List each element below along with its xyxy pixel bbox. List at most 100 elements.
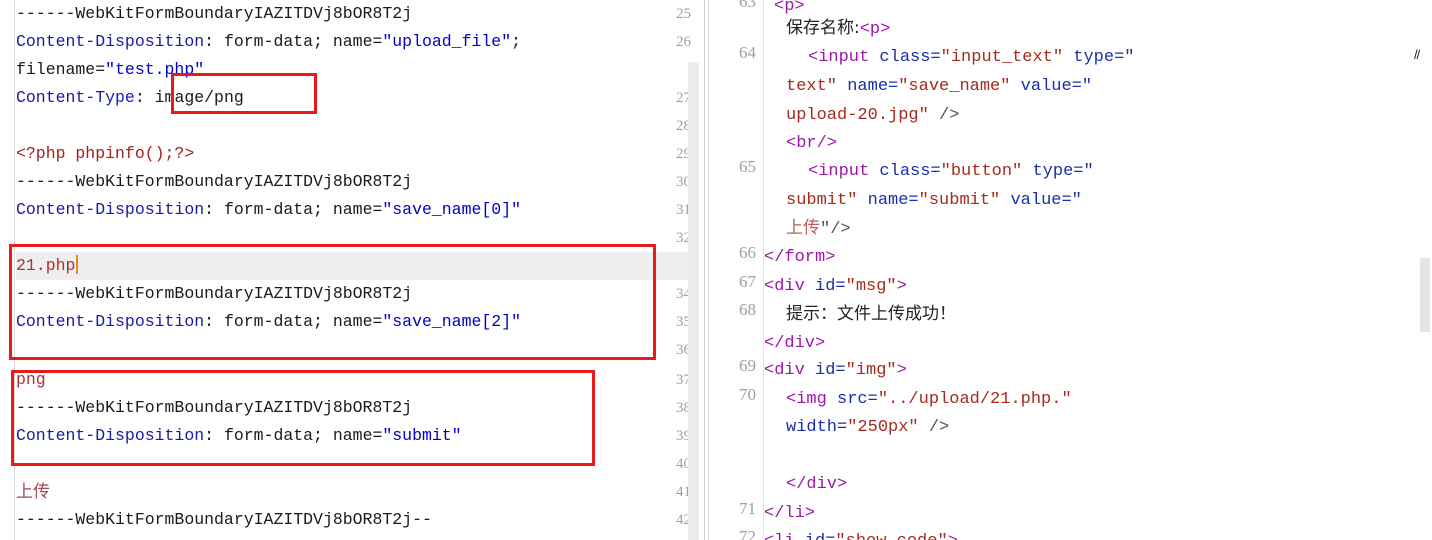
line-number: 70 bbox=[739, 385, 756, 404]
request-line[interactable]: png bbox=[16, 366, 696, 394]
request-line[interactable]: Content-Disposition: form-data; name="up… bbox=[16, 28, 696, 56]
request-line[interactable] bbox=[16, 112, 696, 140]
source-token: class= bbox=[869, 162, 941, 181]
line-number: 64 bbox=[739, 43, 756, 62]
request-line[interactable]: ------WebKitFormBoundaryIAZITDVj8bOR8T2j… bbox=[16, 506, 696, 534]
request-line[interactable]: 21.php bbox=[16, 252, 691, 280]
source-token: /> bbox=[928, 106, 960, 125]
source-line[interactable]: <div id="img"> bbox=[764, 356, 907, 385]
source-token: <input bbox=[808, 48, 870, 67]
line-number: 65 bbox=[739, 157, 756, 176]
source-token: submit" bbox=[786, 191, 858, 210]
source-token: > bbox=[896, 277, 907, 296]
source-line[interactable]: submit" name="submit" value=" bbox=[786, 186, 1082, 215]
line-number: 63 bbox=[739, 0, 756, 11]
code-token: ------WebKitFormBoundaryIAZITDVj8bOR8T2j… bbox=[16, 510, 432, 529]
code-token: "test.php" bbox=[105, 60, 205, 79]
source-token: > bbox=[948, 532, 958, 540]
request-line[interactable]: ------WebKitFormBoundaryIAZITDVj8bOR8T2j bbox=[16, 280, 696, 308]
code-token: "save_name[2]" bbox=[382, 312, 521, 331]
page-source-viewer-pane[interactable]: 63 64 65 66 67 68 69 70 71 72 <p> 保存名称:<p> <input c… bbox=[706, 0, 1432, 540]
source-mark-icon: // bbox=[1414, 47, 1420, 62]
source-line[interactable]: <br/> bbox=[786, 129, 837, 158]
source-token: <div bbox=[764, 361, 805, 380]
request-line[interactable] bbox=[16, 224, 696, 252]
source-token: "submit" bbox=[918, 191, 1001, 210]
code-token: png bbox=[16, 370, 46, 389]
source-token: > bbox=[896, 361, 907, 380]
request-line[interactable] bbox=[16, 336, 696, 364]
request-line[interactable]: ------WebKitFormBoundaryIAZITDVj8bOR8T2j bbox=[16, 394, 696, 422]
request-line[interactable]: Content-Type: image/png bbox=[16, 84, 696, 112]
source-token: value=" bbox=[1010, 77, 1093, 96]
source-token: /> bbox=[918, 418, 950, 437]
source-token: </form> bbox=[764, 248, 836, 267]
pane-divider bbox=[704, 0, 705, 540]
code-token: <?php phpinfo();?> bbox=[16, 144, 195, 163]
source-line[interactable]: 上传"/> bbox=[786, 214, 851, 243]
request-line[interactable] bbox=[16, 450, 696, 478]
source-token: <input bbox=[808, 162, 870, 181]
source-token: name= bbox=[857, 191, 919, 210]
source-line[interactable]: <input class="input_text" type=" bbox=[808, 43, 1134, 72]
source-token: <p> bbox=[859, 20, 891, 39]
source-line[interactable]: 保存名称:<p> bbox=[786, 14, 890, 43]
source-line[interactable]: upload-20.jpg" /> bbox=[786, 101, 959, 130]
source-line[interactable]: width="250px" /> bbox=[786, 413, 949, 442]
right-vertical-scrollbar-thumb[interactable] bbox=[1420, 258, 1430, 332]
source-line[interactable]: 提示：文件上传成功！ bbox=[786, 300, 956, 329]
source-token: id= bbox=[795, 532, 836, 540]
source-token: "250px" bbox=[847, 418, 919, 437]
http-request-code-area[interactable]: ------WebKitFormBoundaryIAZITDVj8bOR8T2j… bbox=[16, 0, 696, 540]
code-token: Content-Disposition bbox=[16, 312, 205, 331]
source-token: 上传 bbox=[786, 218, 820, 238]
code-token: ; bbox=[511, 32, 522, 51]
code-token: : bbox=[134, 88, 155, 107]
source-token: "button" bbox=[940, 162, 1023, 181]
line-number: 68 bbox=[739, 300, 756, 319]
line-number: 66 bbox=[739, 243, 756, 262]
source-line[interactable]: </li> bbox=[764, 499, 815, 528]
left-vertical-scrollbar[interactable] bbox=[688, 62, 699, 540]
source-token: type=" bbox=[1063, 48, 1135, 67]
code-token: ------WebKitFormBoundaryIAZITDVj8bOR8T2j bbox=[16, 398, 413, 417]
http-request-editor-pane[interactable]: 252627282930313233343536373839404142 ---… bbox=[0, 0, 706, 540]
source-token: width= bbox=[786, 418, 848, 437]
source-token: "show_code" bbox=[835, 532, 947, 540]
source-token: "msg" bbox=[845, 277, 897, 296]
code-token: : form-data; name= bbox=[204, 32, 383, 51]
code-token: Content-Disposition bbox=[16, 32, 205, 51]
request-line[interactable]: Content-Disposition: form-data; name="sa… bbox=[16, 308, 696, 336]
request-line[interactable]: 上传 bbox=[16, 478, 696, 506]
source-token: 保存名称: bbox=[786, 18, 860, 38]
source-line[interactable]: <div id="msg"> bbox=[764, 272, 907, 301]
code-token: "save_name[0]" bbox=[382, 200, 521, 219]
code-token: Content-Disposition bbox=[16, 426, 205, 445]
source-token: name= bbox=[837, 77, 899, 96]
request-line[interactable]: ------WebKitFormBoundaryIAZITDVj8bOR8T2j bbox=[16, 168, 696, 196]
source-token: <br/> bbox=[786, 134, 838, 153]
code-token: 上传 bbox=[16, 482, 50, 502]
source-token: class= bbox=[869, 48, 941, 67]
request-line[interactable]: ------WebKitFormBoundaryIAZITDVj8bOR8T2j bbox=[16, 0, 696, 28]
source-line[interactable]: <input class="button" type=" bbox=[808, 157, 1094, 186]
source-line[interactable]: <img src="../upload/21.php." bbox=[786, 385, 1072, 414]
source-token: </div> bbox=[764, 334, 826, 353]
request-line[interactable]: filename="test.php" bbox=[16, 56, 696, 84]
code-token: "submit" bbox=[382, 426, 462, 445]
request-line[interactable]: Content-Disposition: form-data; name="sa… bbox=[16, 196, 696, 224]
source-line[interactable]: </div> bbox=[764, 329, 825, 358]
source-token: <li bbox=[764, 532, 795, 540]
code-token: Content-Type bbox=[16, 88, 135, 107]
source-token: </div> bbox=[786, 475, 848, 494]
request-line[interactable]: Content-Disposition: form-data; name="su… bbox=[16, 422, 696, 450]
code-token: ------WebKitFormBoundaryIAZITDVj8bOR8T2j bbox=[16, 4, 413, 23]
source-line[interactable]: text" name="save_name" value=" bbox=[786, 72, 1092, 101]
source-line[interactable]: <li id="show_code"> bbox=[764, 527, 958, 540]
source-token: 提示：文件上传成功！ bbox=[786, 304, 956, 324]
request-line[interactable]: <?php phpinfo();?> bbox=[16, 140, 696, 168]
code-token: "upload_file" bbox=[382, 32, 512, 51]
source-line[interactable]: </form> bbox=[764, 243, 835, 272]
code-token: image/png bbox=[154, 88, 244, 107]
source-line[interactable]: </div> bbox=[786, 470, 847, 499]
